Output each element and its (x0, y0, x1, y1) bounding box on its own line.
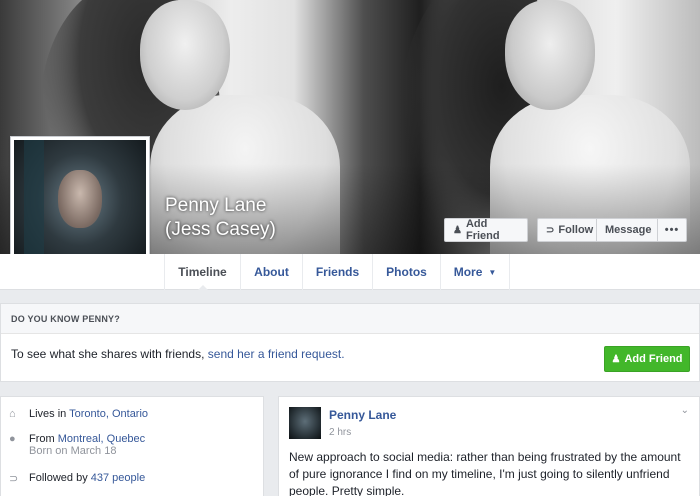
tab-label: Friends (315, 265, 360, 279)
add-friend-green-button[interactable]: ♟ Add Friend (604, 346, 690, 372)
cover-photo-detail (505, 0, 595, 110)
followed-text: Followed by 437 people (29, 472, 145, 485)
tab-photos[interactable]: Photos (372, 254, 440, 290)
tab-about[interactable]: About (240, 254, 302, 290)
from-prefix: From (29, 433, 55, 445)
followed-link[interactable]: 437 people (91, 472, 145, 484)
caret-down-icon: ▼ (488, 267, 497, 277)
profile-name[interactable]: Penny Lane (Jess Casey) (165, 194, 276, 242)
cover-photo-detail (140, 0, 230, 110)
lives-link[interactable]: Toronto, Ontario (69, 408, 148, 420)
message-label: Message (605, 224, 652, 236)
rss-icon: ⊃ (9, 473, 19, 485)
follow-button[interactable]: ⊃ Follow (537, 218, 597, 242)
home-icon: ⌂ (9, 408, 16, 420)
intro-from: ● From Montreal, Quebec Born on March 18 (9, 433, 145, 457)
know-card-prefix: To see what she shares with friends, (11, 347, 205, 361)
tab-label: Timeline (178, 265, 227, 279)
add-friend-label: Add Friend (465, 218, 500, 242)
tab-label: More (453, 265, 483, 279)
rss-icon: ⊃ (546, 224, 555, 236)
more-options-icon: ••• (664, 224, 680, 236)
from-text: From Montreal, Quebec Born on March 18 (29, 433, 145, 457)
profile-name-text: Penny Lane (165, 195, 267, 216)
friend-request-link[interactable]: send her a friend request. (208, 347, 345, 361)
add-friend-button[interactable]: ♟ Add Friend (444, 218, 528, 242)
location-pin-icon: ● (9, 433, 16, 445)
post-author[interactable]: Penny Lane (329, 408, 396, 422)
profile-picture-image (14, 140, 146, 272)
tab-timeline[interactable]: Timeline (164, 254, 240, 291)
post-timestamp[interactable]: 2 hrs (329, 427, 351, 438)
intro-lives-in: ⌂ Lives in Toronto, Ontario (9, 408, 148, 420)
born-text: Born on March 18 (29, 445, 117, 457)
add-friend-label: Add Friend (624, 353, 683, 365)
lives-text: Lives in Toronto, Ontario (29, 408, 148, 420)
add-friend-icon: ♟ (453, 224, 462, 236)
tab-more[interactable]: More ▼ (440, 254, 510, 290)
intro-followed-by: ⊃ Followed by 437 people (9, 472, 145, 485)
chevron-down-icon[interactable]: ⌄ (681, 405, 689, 416)
tab-label: Photos (386, 265, 427, 279)
more-options-button[interactable]: ••• (657, 218, 687, 242)
add-friend-icon: ♟ (611, 353, 621, 365)
know-card-title: DO YOU KNOW PENNY? (1, 304, 699, 334)
post-card: Penny Lane 2 hrs ⌄ New approach to socia… (278, 396, 700, 496)
tab-friends[interactable]: Friends (302, 254, 372, 290)
know-card-text: To see what she shares with friends, sen… (11, 347, 345, 361)
profile-alt-name: (Jess Casey) (165, 219, 276, 240)
know-penny-card: DO YOU KNOW PENNY? To see what she share… (0, 303, 700, 382)
lives-prefix: Lives in (29, 408, 67, 420)
post-text: New approach to social media: rather tha… (289, 450, 681, 496)
followed-prefix: Followed by (29, 472, 88, 484)
profile-nav: Timeline About Friends Photos More ▼ (0, 254, 700, 291)
follow-label: Follow (558, 224, 594, 236)
intro-card: ⌂ Lives in Toronto, Ontario ● From Montr… (0, 396, 264, 496)
from-link[interactable]: Montreal, Quebec (58, 433, 145, 445)
tab-label: About (254, 265, 289, 279)
avatar[interactable] (289, 407, 321, 439)
message-button[interactable]: Message (596, 218, 658, 242)
